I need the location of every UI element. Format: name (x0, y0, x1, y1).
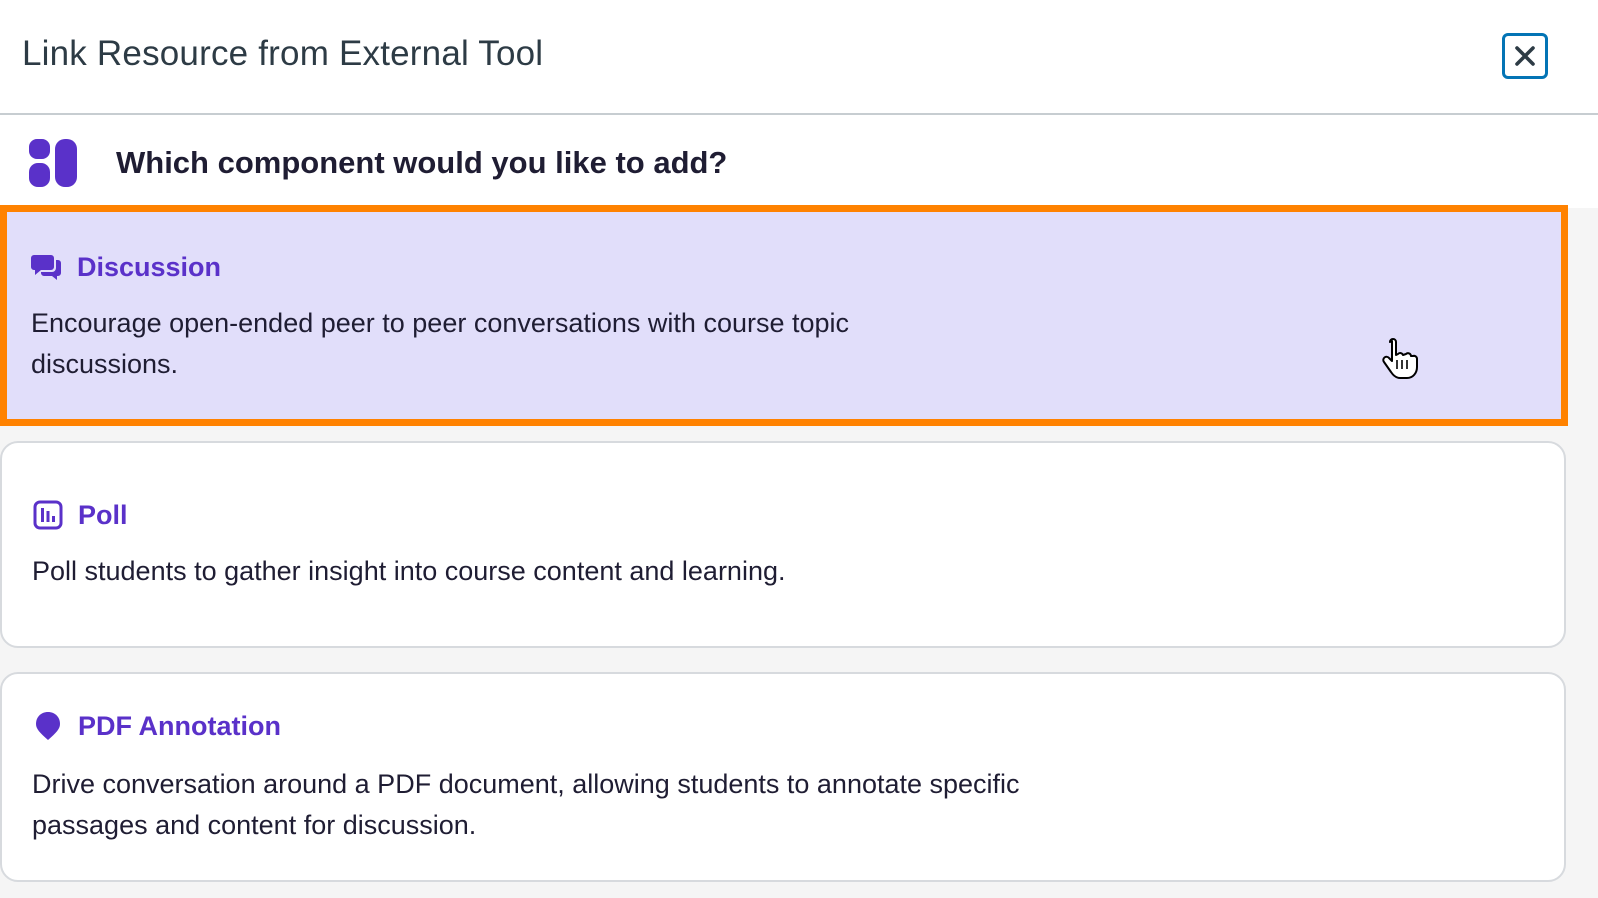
modal-header: Link Resource from External Tool (0, 0, 1598, 115)
hand-pointer-cursor (1382, 338, 1418, 379)
component-description: Drive conversation around a PDF document… (32, 769, 1020, 840)
modal-title: Link Resource from External Tool (22, 34, 544, 73)
component-option-pdf-annotation[interactable]: PDF Annotation Drive conversation around… (0, 672, 1566, 882)
component-title: Poll (78, 499, 128, 530)
card-title-row: Discussion (31, 251, 221, 283)
pdf-annotation-pin-icon (36, 712, 60, 740)
poll-chart-icon (33, 500, 63, 530)
card-title-row: PDF Annotation (32, 710, 281, 742)
discussion-bubbles-icon (31, 255, 61, 280)
component-title: Discussion (77, 251, 222, 282)
close-button[interactable] (1502, 33, 1548, 79)
component-option-poll[interactable]: Poll Poll students to gather insight int… (0, 441, 1566, 648)
component-option-discussion[interactable]: Discussion Encourage open-ended peer to … (0, 205, 1568, 426)
component-prompt: Which component would you like to add? (0, 115, 1598, 208)
close-icon (1515, 46, 1535, 66)
card-title-row: Poll (32, 499, 128, 531)
component-description: Poll students to gather insight into cou… (32, 556, 786, 586)
component-title: PDF Annotation (78, 710, 281, 741)
component-description: Encourage open-ended peer to peer conver… (31, 308, 850, 379)
prompt-heading: Which component would you like to add? (116, 145, 728, 180)
component-grid-icon (29, 139, 77, 187)
